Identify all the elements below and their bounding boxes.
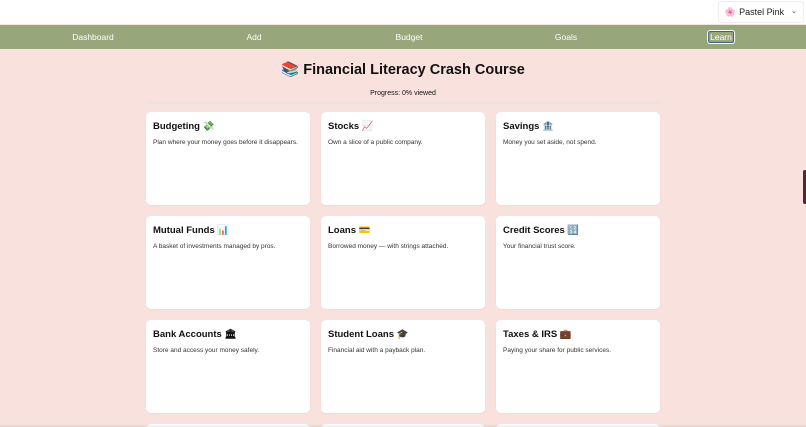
card-title: Savings 🏦 — [503, 121, 554, 132]
card-description: Borrowed money — with strings attached. — [328, 243, 449, 250]
nav-goals[interactable]: Goals — [555, 25, 577, 49]
progress-bar — [147, 101, 659, 104]
topic-card-mutual-funds[interactable]: Mutual Funds 📊 A basket of investments m… — [146, 216, 310, 309]
card-title: Bank Accounts 🏛 — [153, 329, 237, 340]
theme-select-label: Pastel Pink — [739, 7, 785, 17]
main-navbar: Dashboard Add Budget Goals Learn — [0, 25, 806, 49]
card-description: Plan where your money goes before it dis… — [153, 139, 298, 146]
card-description: A basket of investments managed by pros. — [153, 243, 276, 250]
card-title: Student Loans 🎓 — [328, 329, 409, 340]
topic-card-grid: Budgeting 💸 Plan where your money goes b… — [146, 112, 660, 413]
top-bar: 🌸 Pastel Pink ⌄ — [0, 0, 806, 24]
card-title: Stocks 📈 — [328, 121, 374, 132]
topic-card-taxes-irs[interactable]: Taxes & IRS 💼 Paying your share for publ… — [496, 320, 660, 413]
card-title: Credit Scores 🔢 — [503, 225, 580, 236]
flower-icon: 🌸 — [724, 7, 737, 17]
card-description: Financial aid with a payback plan. — [328, 347, 426, 354]
card-title: Taxes & IRS 💼 — [503, 329, 572, 340]
chevron-down-icon: ⌄ — [791, 8, 797, 15]
nav-dashboard[interactable]: Dashboard — [72, 25, 114, 49]
topic-card-bank-accounts[interactable]: Bank Accounts 🏛 Store and access your mo… — [146, 320, 310, 413]
card-description: Own a slice of a public company. — [328, 139, 423, 146]
card-title: Budgeting 💸 — [153, 121, 215, 132]
page-title: 📚 Financial Literacy Crash Course — [281, 62, 525, 78]
progress-text: Progress: 0% viewed — [370, 90, 436, 97]
card-title: Mutual Funds 📊 — [153, 225, 230, 236]
topic-card-budgeting[interactable]: Budgeting 💸 Plan where your money goes b… — [146, 112, 310, 205]
card-description: Store and access your money safely. — [153, 347, 260, 354]
topic-card-stocks[interactable]: Stocks 📈 Own a slice of a public company… — [321, 112, 485, 205]
card-title: Loans 💳 — [328, 225, 371, 236]
nav-add[interactable]: Add — [246, 25, 261, 49]
card-description: Money you set aside, not spend. — [503, 139, 597, 146]
card-description: Paying your share for public services. — [503, 347, 612, 354]
theme-select[interactable]: 🌸 Pastel Pink ⌄ — [718, 2, 803, 22]
topic-card-credit-scores[interactable]: Credit Scores 🔢 Your financial trust sco… — [496, 216, 660, 309]
topic-card-loans[interactable]: Loans 💳 Borrowed money — with strings at… — [321, 216, 485, 309]
nav-budget[interactable]: Budget — [396, 25, 423, 49]
card-description: Your financial trust score. — [503, 243, 576, 250]
nav-learn[interactable]: Learn — [707, 30, 735, 44]
topic-card-student-loans[interactable]: Student Loans 🎓 Financial aid with a pay… — [321, 320, 485, 413]
topic-card-savings[interactable]: Savings 🏦 Money you set aside, not spend… — [496, 112, 660, 205]
